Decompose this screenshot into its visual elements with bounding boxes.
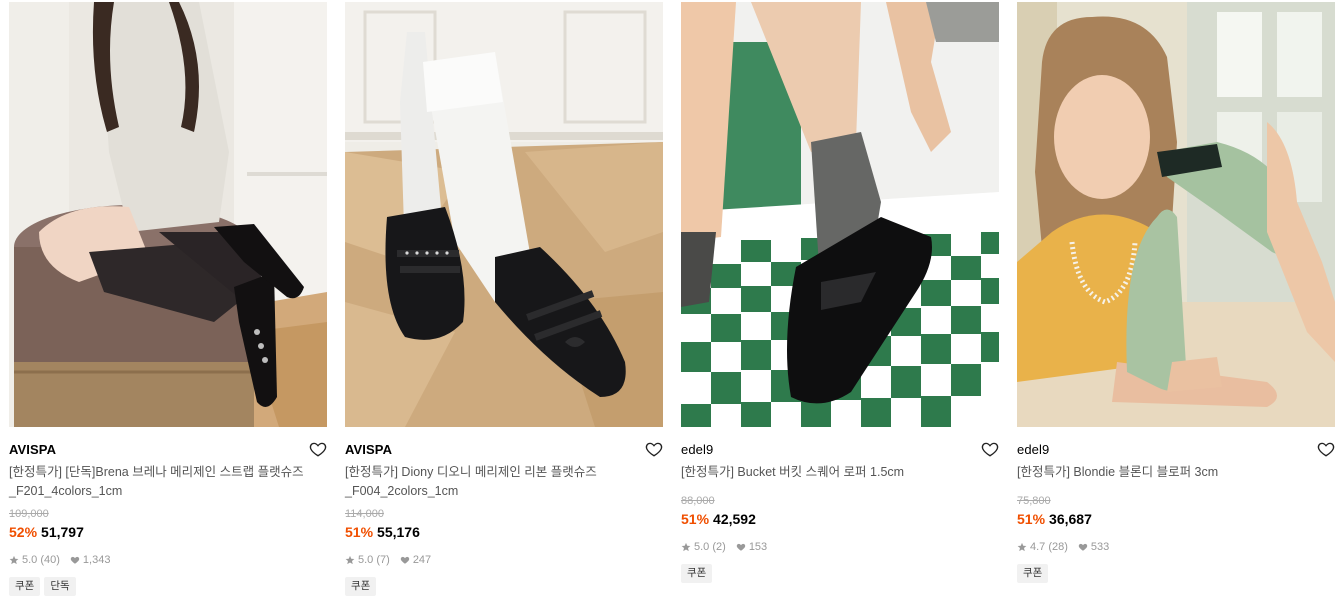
review-count: (28): [1048, 541, 1068, 553]
coupon-tag: 쿠폰: [345, 577, 377, 596]
rating-value: 5.0: [358, 554, 374, 566]
review-count: (7): [376, 554, 390, 566]
price-row: 51% 42,592: [681, 510, 999, 528]
original-price: 75,800: [1017, 495, 1051, 507]
likes-count: 533: [1090, 541, 1110, 553]
sale-price: 42,592: [713, 511, 756, 527]
tag-list: 쿠폰 단독: [9, 577, 327, 596]
review-count: (40): [40, 554, 60, 566]
coupon-tag: 쿠폰: [681, 564, 713, 583]
sale-price: 51,797: [41, 524, 84, 540]
likes-count: 1,343: [82, 554, 111, 566]
product-title[interactable]: [한정특가] [단독]Brena 브레나 메리제인 스트랩 플랫슈즈 _F201…: [9, 463, 319, 501]
discount-rate: 51%: [345, 524, 374, 540]
coupon-tag: 쿠폰: [1017, 564, 1049, 583]
review-count: (2): [712, 541, 726, 553]
product-image[interactable]: [345, 2, 663, 427]
star-icon: [345, 555, 355, 565]
original-price: 109,000: [9, 508, 49, 520]
product-meta: 4.7 (28) 533: [1017, 540, 1335, 554]
brand-name[interactable]: AVISPA: [9, 440, 56, 460]
product-title[interactable]: [한정특가] Diony 디오니 메리제인 리본 플랫슈즈 _F004_2col…: [345, 463, 655, 501]
brand-name[interactable]: AVISPA: [345, 440, 392, 460]
tag-list: 쿠폰: [681, 564, 999, 583]
heart-filled-icon: [1078, 543, 1088, 551]
product-grid: AVISPA [한정특가] [단독]Brena 브레나 메리제인 스트랩 플랫슈…: [0, 0, 1338, 596]
product-image[interactable]: [681, 2, 999, 427]
product-title[interactable]: [한정특가] Bucket 버킷 스퀘어 로퍼 1.5cm: [681, 463, 991, 482]
sale-price: 55,176: [377, 524, 420, 540]
heart-filled-icon: [736, 543, 746, 551]
product-title[interactable]: [한정특가] Blondie 블론디 블로퍼 3cm: [1017, 463, 1327, 482]
wishlist-heart-icon[interactable]: [1317, 440, 1335, 458]
product-image[interactable]: [9, 2, 327, 427]
tag-list: 쿠폰: [1017, 564, 1335, 583]
product-card: edel9 [한정특가] Bucket 버킷 스퀘어 로퍼 1.5cm 88,0…: [681, 2, 999, 583]
product-card: AVISPA [한정특가] [단독]Brena 브레나 메리제인 스트랩 플랫슈…: [9, 2, 327, 596]
product-meta: 5.0 (40) 1,343: [9, 553, 327, 567]
brand-name[interactable]: edel9: [681, 440, 713, 460]
heart-filled-icon: [70, 556, 80, 564]
star-icon: [1017, 542, 1027, 552]
star-icon: [681, 542, 691, 552]
star-icon: [9, 555, 19, 565]
price-row: 51% 55,176: [345, 523, 663, 541]
sale-price: 36,687: [1049, 511, 1092, 527]
brand-name[interactable]: edel9: [1017, 440, 1049, 460]
price-row: 52% 51,797: [9, 523, 327, 541]
product-image[interactable]: [1017, 2, 1335, 427]
rating-value: 5.0: [694, 541, 710, 553]
wishlist-heart-icon[interactable]: [645, 440, 663, 458]
product-card: AVISPA [한정특가] Diony 디오니 메리제인 리본 플랫슈즈 _F0…: [345, 2, 663, 596]
exclusive-tag: 단독: [44, 577, 76, 596]
coupon-tag: 쿠폰: [9, 577, 41, 596]
product-meta: 5.0 (2) 153: [681, 540, 999, 554]
product-card: edel9 [한정특가] Blondie 블론디 블로퍼 3cm 75,800 …: [1017, 2, 1335, 583]
likes-count: 153: [748, 541, 768, 553]
tag-list: 쿠폰: [345, 577, 663, 596]
heart-filled-icon: [400, 556, 410, 564]
price-row: 51% 36,687: [1017, 510, 1335, 528]
discount-rate: 51%: [681, 511, 710, 527]
discount-rate: 52%: [9, 524, 38, 540]
likes-count: 247: [412, 554, 432, 566]
discount-rate: 51%: [1017, 511, 1046, 527]
wishlist-heart-icon[interactable]: [309, 440, 327, 458]
original-price: 114,000: [345, 508, 384, 520]
original-price: 88,000: [681, 495, 715, 507]
product-meta: 5.0 (7) 247: [345, 553, 663, 567]
wishlist-heart-icon[interactable]: [981, 440, 999, 458]
rating-value: 4.7: [1030, 541, 1046, 553]
rating-value: 5.0: [22, 554, 38, 566]
